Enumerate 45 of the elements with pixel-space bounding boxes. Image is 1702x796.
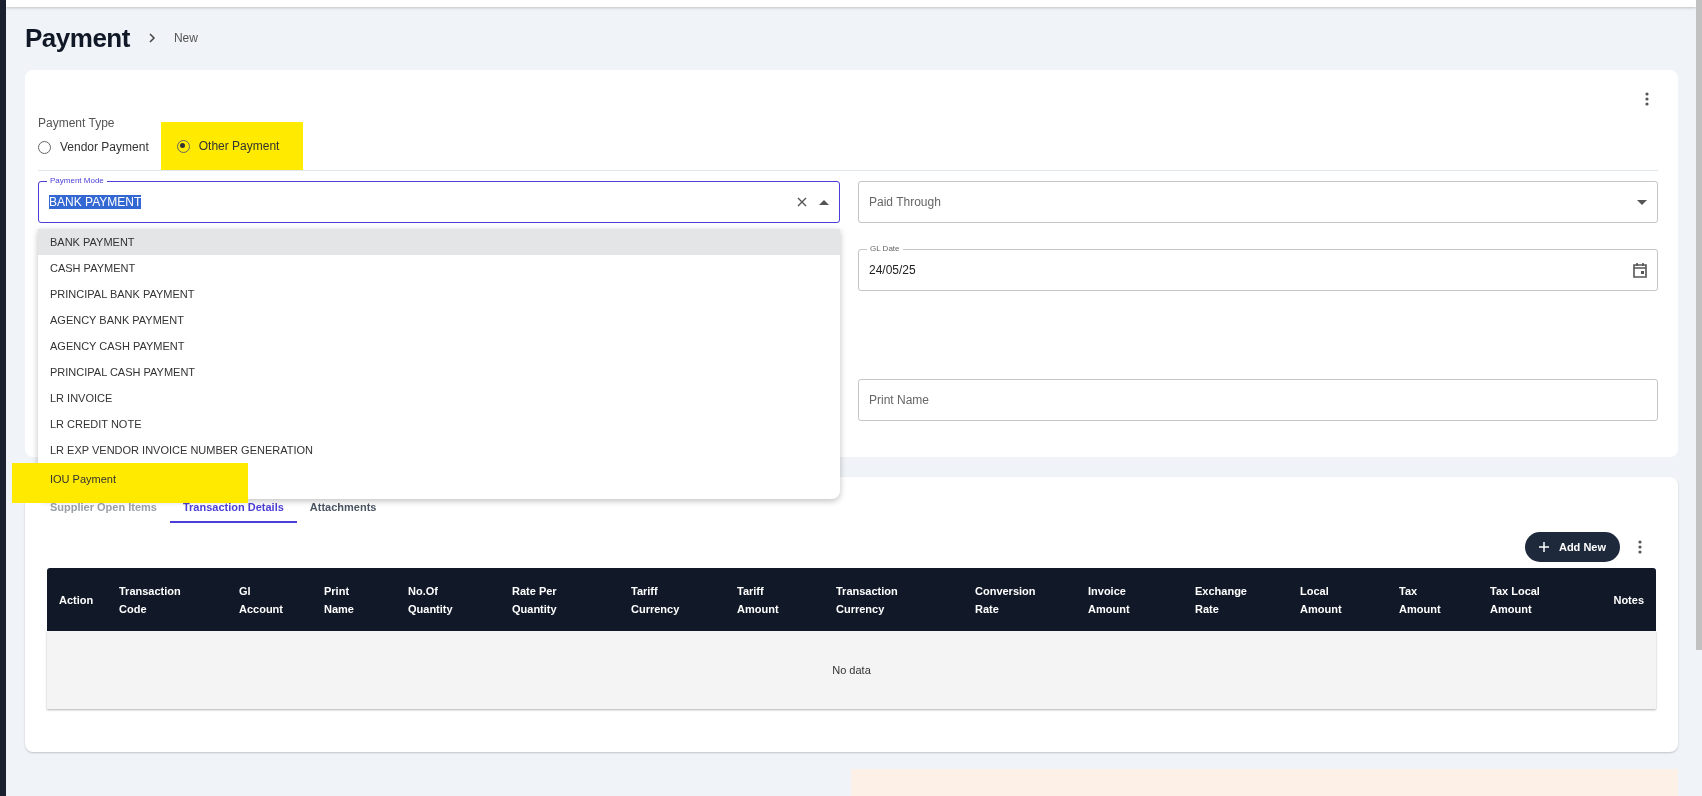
column-header: Conversion Rate: [975, 583, 1037, 617]
column-header: Tax Local Amount: [1490, 583, 1541, 617]
empty-message: No data: [832, 664, 871, 676]
dropdown-option[interactable]: IOU Payment: [12, 463, 248, 503]
tab[interactable]: Transaction Details: [169, 501, 297, 523]
more-options-icon[interactable]: [1645, 92, 1649, 106]
column-header: Transaction Currency: [836, 583, 899, 617]
breadcrumb[interactable]: New: [173, 31, 198, 45]
chevron-right-icon: [147, 33, 156, 43]
dropdown-option[interactable]: PRINCIPAL CASH PAYMENT: [38, 359, 840, 385]
column-header: Invoice Amount: [1088, 583, 1131, 617]
clear-icon[interactable]: [797, 197, 807, 207]
column-header: Rate Per Quantity: [512, 583, 558, 617]
column-header: Gl Account: [239, 583, 284, 617]
add-new-button[interactable]: Add New: [1524, 532, 1620, 562]
dropdown-option[interactable]: BANK PAYMENT: [38, 229, 840, 255]
dropdown-option[interactable]: CASH PAYMENT: [38, 255, 840, 281]
column-header: Exchange Rate: [1195, 583, 1248, 617]
dropdown-option[interactable]: AGENCY CASH PAYMENT: [38, 333, 840, 359]
dropdown-option[interactable]: LR EXP VENDOR INVOICE NUMBER GENERATION: [38, 437, 840, 463]
dropdown-option[interactable]: PRINCIPAL BANK PAYMENT: [38, 281, 840, 307]
column-header: Transaction Code: [119, 583, 182, 617]
column-header: Tariff Currency: [631, 583, 681, 617]
column-header: Tariff Amount: [737, 583, 780, 617]
dropdown-option[interactable]: LR CREDIT NOTE: [38, 411, 840, 437]
caret-icon[interactable]: [1637, 199, 1647, 205]
column-header: Notes: [1612, 592, 1645, 608]
dropdown-option[interactable]: LR INVOICE: [38, 385, 840, 411]
radio-option[interactable]: Vendor Payment: [38, 136, 149, 158]
plus-icon: [1538, 542, 1549, 552]
radio-option[interactable]: Other Payment: [160, 122, 304, 170]
page-title: Payment: [25, 22, 130, 54]
tab[interactable]: Attachments: [296, 501, 390, 523]
select-field[interactable]: Paid Through: [858, 181, 1658, 223]
column-header: Print Name: [324, 583, 355, 617]
field-label: Payment Type: [38, 116, 116, 130]
caret-icon[interactable]: [819, 199, 829, 205]
column-header: Action: [58, 592, 95, 608]
column-header: No.Of Quantity: [408, 583, 454, 617]
column-header: Tax Amount: [1399, 583, 1442, 617]
input-field[interactable]: Print Name: [858, 379, 1658, 421]
dropdown-option[interactable]: AGENCY BANK PAYMENT: [38, 307, 840, 333]
more-options-icon[interactable]: [1638, 540, 1642, 554]
calendar-icon[interactable]: [1633, 262, 1647, 278]
column-header: Local Amount: [1300, 583, 1343, 617]
